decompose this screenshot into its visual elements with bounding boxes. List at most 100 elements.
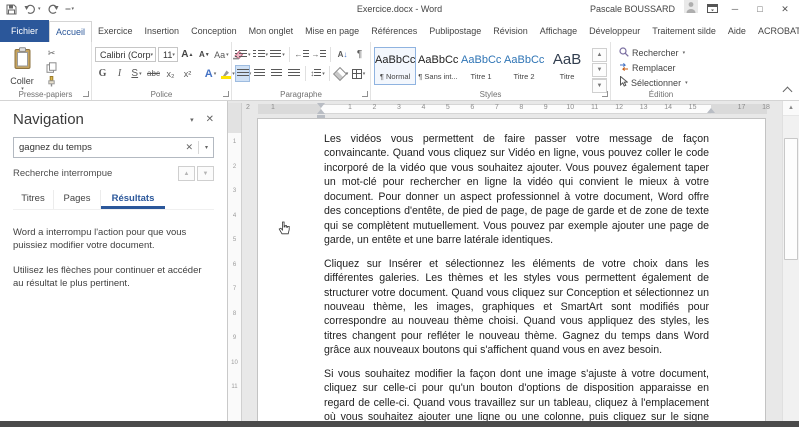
maximize-button[interactable]: □ bbox=[752, 4, 768, 14]
styles-dialog-launcher-icon[interactable] bbox=[602, 91, 609, 97]
document-page[interactable]: Les vidéos vous permettent de faire pass… bbox=[257, 118, 766, 421]
decrease-indent-button[interactable]: ← bbox=[294, 46, 309, 63]
styles-scroll-up-icon[interactable]: ▲ bbox=[592, 48, 608, 62]
ribbon-tab-conception[interactable]: Conception bbox=[185, 21, 243, 42]
find-button[interactable]: Rechercher ▾ bbox=[619, 45, 711, 60]
ribbon-display-options-icon[interactable] bbox=[707, 0, 718, 18]
sort-button[interactable]: A ↓ bbox=[335, 46, 350, 63]
format-painter-button[interactable] bbox=[44, 75, 59, 88]
ribbon-tab-r-f-rences[interactable]: Références bbox=[365, 21, 423, 42]
clear-search-icon[interactable]: ✕ bbox=[180, 142, 198, 153]
navigation-close-icon[interactable]: ✕ bbox=[206, 114, 214, 125]
strikethrough-button[interactable]: abc bbox=[146, 65, 161, 82]
shrink-font-button[interactable]: A ▼ bbox=[197, 46, 212, 63]
ribbon-tab-affichage[interactable]: Affichage bbox=[534, 21, 583, 42]
ribbon-tab-exercice[interactable]: Exercice bbox=[92, 21, 139, 42]
align-left-button[interactable] bbox=[235, 65, 250, 82]
font-name-combo[interactable]: Calibri (Corp ▾ bbox=[95, 47, 157, 62]
redo-icon[interactable] bbox=[48, 4, 59, 15]
change-case-button[interactable]: Aa ▾ bbox=[214, 46, 229, 63]
ribbon-tab-publipostage[interactable]: Publipostage bbox=[423, 21, 487, 42]
numbering-button[interactable]: ▾ bbox=[252, 46, 269, 63]
bold-button[interactable]: G bbox=[95, 65, 110, 82]
nav-tab-pages[interactable]: Pages bbox=[54, 190, 101, 209]
bullets-dropdown-icon[interactable]: ▾ bbox=[248, 52, 251, 58]
first-line-indent-marker[interactable] bbox=[317, 103, 325, 108]
increase-indent-button[interactable]: → bbox=[311, 46, 326, 63]
ribbon-tab-traitement-silde[interactable]: Traitement silde bbox=[646, 21, 722, 42]
nav-tab-r-sultats[interactable]: Résultats bbox=[101, 190, 165, 209]
show-paragraph-marks-button[interactable]: ¶ bbox=[352, 46, 367, 63]
text-effects-button[interactable]: A ▾ bbox=[203, 65, 218, 82]
previous-result-button[interactable]: ▲ bbox=[178, 166, 195, 181]
text-effects-dropdown-icon[interactable]: ▾ bbox=[214, 71, 217, 77]
line-spacing-dropdown-icon[interactable]: ▾ bbox=[322, 71, 325, 77]
subscript-button[interactable]: x₂ bbox=[163, 65, 178, 82]
shading-button[interactable]: ▾ bbox=[332, 65, 349, 82]
document-paragraph[interactable]: Cliquez sur Insérer et sélectionnez les … bbox=[324, 257, 709, 358]
select-dropdown-icon[interactable]: ▾ bbox=[685, 80, 688, 86]
style-titre[interactable]: AaB Titre bbox=[546, 47, 589, 85]
account-user-name[interactable]: Pascale BOUSSARD bbox=[590, 4, 675, 14]
search-options-dropdown-icon[interactable]: ▾ bbox=[200, 144, 213, 151]
document-paragraph[interactable]: Les vidéos vous permettent de faire pass… bbox=[324, 132, 709, 248]
style-sans-int[interactable]: AaBbCcDc ¶ Sans int... bbox=[417, 47, 460, 85]
borders-button[interactable]: ▾ bbox=[351, 65, 366, 82]
ribbon-tab-accueil[interactable]: Accueil bbox=[49, 21, 93, 42]
hanging-indent-marker[interactable] bbox=[317, 109, 325, 114]
line-spacing-button[interactable]: ↕ ▾ bbox=[310, 65, 325, 82]
select-button[interactable]: Sélectionner ▾ bbox=[619, 75, 711, 90]
document-paragraph[interactable]: Si vous souhaitez modifier la façon dont… bbox=[324, 367, 709, 421]
customize-qat-icon[interactable]: ═ ▾ bbox=[66, 6, 74, 13]
ribbon-tab-aide[interactable]: Aide bbox=[722, 21, 752, 42]
ribbon-tab-r-vision[interactable]: Révision bbox=[487, 21, 534, 42]
vertical-scrollbar[interactable]: ▲ bbox=[782, 101, 799, 421]
search-input[interactable] bbox=[14, 142, 181, 153]
style-normal[interactable]: AaBbCcDc ¶ Normal bbox=[374, 47, 417, 85]
bullets-button[interactable]: ▾ bbox=[235, 46, 251, 63]
find-dropdown-icon[interactable]: ▾ bbox=[683, 50, 686, 56]
undo-dropdown-icon[interactable]: ▾ bbox=[38, 6, 41, 12]
scrollbar-thumb[interactable] bbox=[784, 138, 798, 260]
italic-button[interactable]: I bbox=[112, 65, 127, 82]
justify-button[interactable] bbox=[286, 65, 301, 82]
align-right-button[interactable] bbox=[269, 65, 284, 82]
ribbon-tab-d-veloppeur[interactable]: Développeur bbox=[583, 21, 646, 42]
save-icon[interactable] bbox=[6, 4, 17, 15]
font-dialog-launcher-icon[interactable] bbox=[223, 91, 229, 97]
right-indent-marker[interactable] bbox=[707, 108, 715, 113]
ribbon-tab-fichier[interactable]: Fichier bbox=[0, 20, 50, 42]
multilevel-list-button[interactable]: ▾ bbox=[270, 46, 285, 63]
paragraph-dialog-launcher-icon[interactable] bbox=[362, 91, 369, 97]
ribbon-tab-mise-en-page[interactable]: Mise en page bbox=[299, 21, 365, 42]
multilevel-dropdown-icon[interactable]: ▾ bbox=[282, 52, 285, 58]
borders-dropdown-icon[interactable]: ▾ bbox=[363, 71, 366, 77]
scroll-up-icon[interactable]: ▲ bbox=[783, 101, 799, 116]
underline-button[interactable]: S ▾ bbox=[129, 65, 144, 82]
numbering-dropdown-icon[interactable]: ▾ bbox=[266, 52, 269, 58]
underline-dropdown-icon[interactable]: ▾ bbox=[139, 71, 142, 77]
ribbon-tab-mon-onglet[interactable]: Mon onglet bbox=[243, 21, 300, 42]
cut-button[interactable]: ✂ bbox=[44, 47, 59, 60]
minimize-button[interactable]: ─ bbox=[727, 4, 743, 14]
style-titre-2[interactable]: AaBbCcD Titre 2 bbox=[503, 47, 546, 85]
replace-button[interactable]: Remplacer bbox=[619, 60, 711, 75]
align-center-button[interactable] bbox=[252, 65, 267, 82]
ribbon-tab-acrobat[interactable]: ACROBAT bbox=[752, 21, 799, 42]
ribbon-tab-insertion[interactable]: Insertion bbox=[139, 21, 186, 42]
avatar[interactable] bbox=[684, 0, 698, 18]
undo-icon[interactable]: ▾ bbox=[24, 4, 41, 15]
styles-scroll-down-icon[interactable]: ▼ bbox=[592, 63, 608, 77]
style-titre-1[interactable]: AaBbCc Titre 1 bbox=[460, 47, 503, 85]
superscript-button[interactable]: x² bbox=[180, 65, 195, 82]
close-button[interactable]: ✕ bbox=[777, 4, 793, 15]
nav-tab-titres[interactable]: Titres bbox=[13, 190, 54, 209]
clipboard-dialog-launcher-icon[interactable] bbox=[83, 91, 89, 97]
next-result-button[interactable]: ▼ bbox=[197, 166, 214, 181]
navigation-options-dropdown-icon[interactable]: ▾ bbox=[190, 116, 194, 124]
font-name-dropdown-icon[interactable]: ▾ bbox=[151, 52, 154, 58]
copy-button[interactable] bbox=[44, 61, 59, 74]
font-size-combo[interactable]: 11 ▾ bbox=[158, 47, 178, 62]
font-size-dropdown-icon[interactable]: ▾ bbox=[172, 52, 175, 58]
grow-font-button[interactable]: A ▲ bbox=[180, 46, 195, 63]
